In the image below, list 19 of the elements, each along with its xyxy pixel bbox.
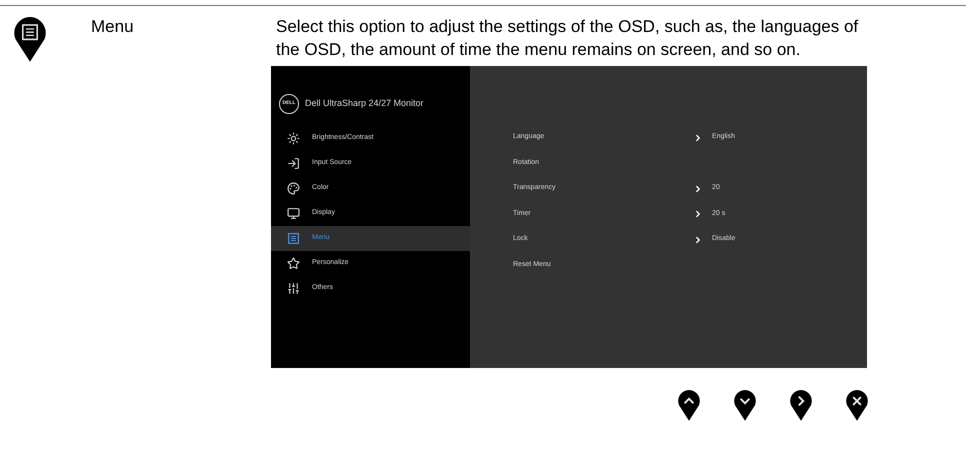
right-button-icon [790, 390, 812, 421]
chevron-right-icon [693, 184, 703, 194]
menu-list-icon [287, 232, 300, 245]
menu-pin-icon [14, 17, 46, 62]
up-button-icon [678, 390, 700, 421]
down-button-icon [734, 390, 756, 421]
chevron-right-icon [693, 132, 703, 143]
sliders-icon [287, 282, 300, 295]
chevron-right-icon [693, 234, 703, 245]
brightness-icon [287, 132, 300, 145]
input-source-icon [287, 156, 300, 170]
star-icon [287, 256, 300, 270]
close-button-icon [846, 390, 868, 421]
section-description: Select this option to adjust the settings of the OSD, such as, the languages of the OSD, the amount of time the menu remains on screen, and so on. [276, 16, 860, 61]
section-label: Menu [90, 16, 135, 38]
palette-icon [287, 182, 300, 195]
chevron-right-icon [693, 209, 703, 220]
osd-title: Dell UltraSharp 24/27 Monitor [305, 97, 424, 110]
monitor-icon [287, 206, 300, 220]
